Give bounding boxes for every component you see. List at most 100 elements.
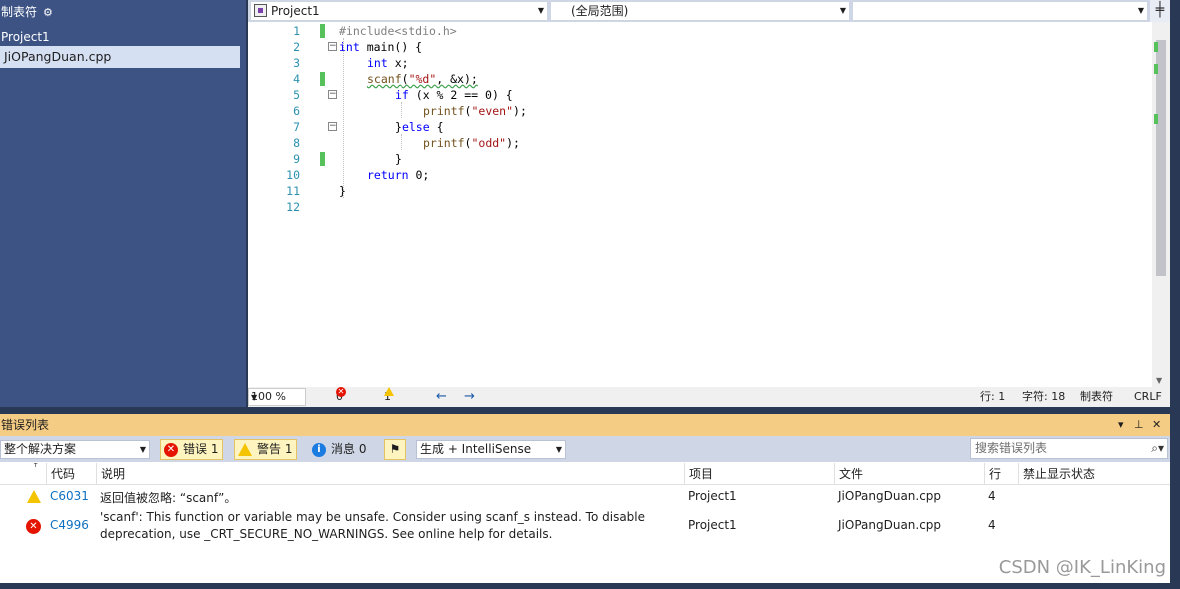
- table-row[interactable]: C6031 返回值被忽略: “scanf”。 Project1 JiOPangD…: [0, 486, 1170, 508]
- error-icon: ✕: [164, 443, 178, 457]
- error-count[interactable]: ✕ 0: [336, 387, 346, 407]
- line-number: 12: [286, 200, 300, 214]
- indent-guide: [401, 102, 402, 118]
- zoom-dropdown[interactable]: 100 % ▼: [248, 388, 306, 406]
- warning-count[interactable]: 1: [384, 387, 394, 407]
- code-line-2: int main() {: [339, 39, 422, 55]
- code-token: {: [429, 120, 444, 134]
- error-file: JiOPangDuan.cpp: [838, 489, 942, 503]
- indent-guide: [401, 134, 402, 150]
- project-node[interactable]: Project1: [0, 29, 50, 45]
- fold-guide: [343, 38, 344, 198]
- keyword-token: else: [401, 120, 430, 134]
- build-filter-value: 生成 + IntelliSense: [420, 442, 532, 456]
- code-line-7: }else {: [395, 119, 444, 135]
- code-line-5: if (x % 2 == 0) {: [395, 87, 513, 103]
- column-header-line[interactable]: 行: [984, 463, 1018, 485]
- ide-window: 制表符 ⚙ Project1 JiOPangDuan.cpp Project1 ▼…: [0, 0, 1180, 589]
- project-icon: [254, 4, 267, 17]
- line-number: 5: [293, 88, 300, 102]
- code-token: 0;: [408, 168, 430, 182]
- cursor-char: 字符: 18: [1022, 390, 1066, 403]
- warning-icon: [238, 443, 252, 456]
- error-list-title-bar: 错误列表 ▾ ⊥ ✕: [0, 414, 1170, 436]
- messages-toggle-label: 消息 0: [331, 442, 367, 456]
- code-token: (: [401, 72, 409, 86]
- indent-mode[interactable]: 制表符: [1080, 387, 1113, 407]
- code-token: }: [395, 152, 402, 166]
- column-header-suppression[interactable]: 禁止显示状态: [1018, 463, 1168, 485]
- chevron-down-icon: ▼: [1137, 6, 1144, 15]
- gear-icon[interactable]: ⚙: [43, 6, 53, 19]
- zoom-value: 100 %: [251, 390, 286, 403]
- warnings-toggle-button[interactable]: 警告 1: [234, 439, 298, 460]
- dropdown-icon[interactable]: ▾: [1118, 414, 1124, 436]
- line-number: 7: [293, 120, 300, 134]
- error-line: 4: [988, 489, 996, 503]
- messages-toggle-button[interactable]: i 消息 0: [308, 439, 371, 460]
- scroll-down-icon[interactable]: ▼: [1156, 376, 1162, 385]
- column-header-description[interactable]: 说明: [96, 463, 684, 485]
- panel-title: 制表符 ⚙: [0, 0, 246, 24]
- code-token: );: [506, 136, 520, 150]
- chevron-down-icon: ▼: [139, 445, 146, 454]
- error-grid-header: ᵀ 代码 说明 项目 文件 行 禁止显示状态: [0, 463, 1170, 485]
- function-token-warning: scanf: [367, 72, 402, 86]
- function-token: printf: [423, 104, 465, 118]
- error-icon: ✕: [26, 519, 41, 534]
- code-line-3: int x;: [367, 55, 409, 71]
- search-input[interactable]: 搜索错误列表 ⌕▾: [970, 438, 1168, 459]
- filter-icon[interactable]: ⚑: [384, 439, 406, 460]
- split-editor-icon[interactable]: ╪: [1150, 0, 1170, 22]
- code-line-8: printf("odd");: [423, 135, 520, 151]
- keyword-token: if: [395, 88, 409, 102]
- collapse-icon[interactable]: −: [328, 122, 337, 131]
- error-code-link[interactable]: C6031: [50, 489, 89, 503]
- error-list-title: 错误列表: [1, 418, 50, 432]
- collapse-icon[interactable]: −: [328, 90, 337, 99]
- pin-icon[interactable]: ⊥: [1134, 414, 1144, 436]
- line-number: 11: [286, 184, 300, 198]
- file-node-selected[interactable]: JiOPangDuan.cpp: [0, 46, 240, 68]
- table-row[interactable]: ✕ C4996 'scanf': This function or variab…: [0, 508, 1170, 544]
- search-icon[interactable]: ⌕▾: [1151, 439, 1164, 458]
- scope-dropdown[interactable]: (全局范围) ▼: [550, 1, 850, 21]
- forward-arrow-icon[interactable]: →: [464, 387, 475, 407]
- line-number: 10: [286, 168, 300, 182]
- column-header-project[interactable]: 项目: [684, 463, 834, 485]
- change-marker: [320, 24, 325, 38]
- code-token: (x % 2 == 0) {: [408, 88, 513, 102]
- line-ending[interactable]: CRLF: [1134, 387, 1162, 407]
- build-filter-dropdown[interactable]: 生成 + IntelliSense ▼: [416, 440, 566, 459]
- column-header-file[interactable]: 文件: [834, 463, 984, 485]
- search-placeholder: 搜索错误列表: [975, 441, 1048, 455]
- scope-filter-dropdown[interactable]: 整个解决方案 ▼: [0, 440, 150, 459]
- scope-filter-value: 整个解决方案: [4, 442, 77, 456]
- column-header-code[interactable]: 代码: [46, 463, 96, 485]
- project-dropdown[interactable]: Project1 ▼: [250, 1, 548, 21]
- change-map-marker: [1154, 64, 1158, 74]
- collapse-icon[interactable]: −: [328, 42, 337, 51]
- change-marker: [320, 152, 325, 166]
- code-area[interactable]: #include<stdio.h> int main() { int x; sc…: [339, 22, 1139, 387]
- chevron-down-icon: ▼: [839, 6, 846, 15]
- column-header-severity[interactable]: ᵀ: [0, 463, 46, 485]
- cursor-line: 行: 1: [980, 390, 1006, 403]
- vertical-scrollbar[interactable]: ▼: [1152, 22, 1170, 387]
- error-project: Project1: [688, 489, 737, 503]
- code-line-11: }: [339, 183, 346, 199]
- error-code-link[interactable]: C4996: [50, 518, 89, 532]
- back-arrow-icon[interactable]: ←: [436, 387, 447, 407]
- member-dropdown[interactable]: ▼: [852, 1, 1148, 21]
- line-number: 1: [293, 24, 300, 38]
- error-list-panel: 错误列表 ▾ ⊥ ✕ 整个解决方案 ▼ ✕ 错误 1 警告 1 i 消息 0 ⚑: [0, 414, 1170, 583]
- error-description: 返回值被忽略: “scanf”。: [100, 491, 237, 505]
- errors-toggle-button[interactable]: ✕ 错误 1: [160, 439, 224, 460]
- close-icon[interactable]: ✕: [1152, 414, 1161, 436]
- warning-icon: [27, 490, 41, 503]
- panel-title-label: 制表符: [1, 5, 38, 19]
- code-token: main() {: [359, 40, 423, 54]
- line-number: 9: [293, 152, 300, 166]
- scrollbar-thumb[interactable]: [1156, 40, 1166, 276]
- error-file: JiOPangDuan.cpp: [838, 518, 942, 532]
